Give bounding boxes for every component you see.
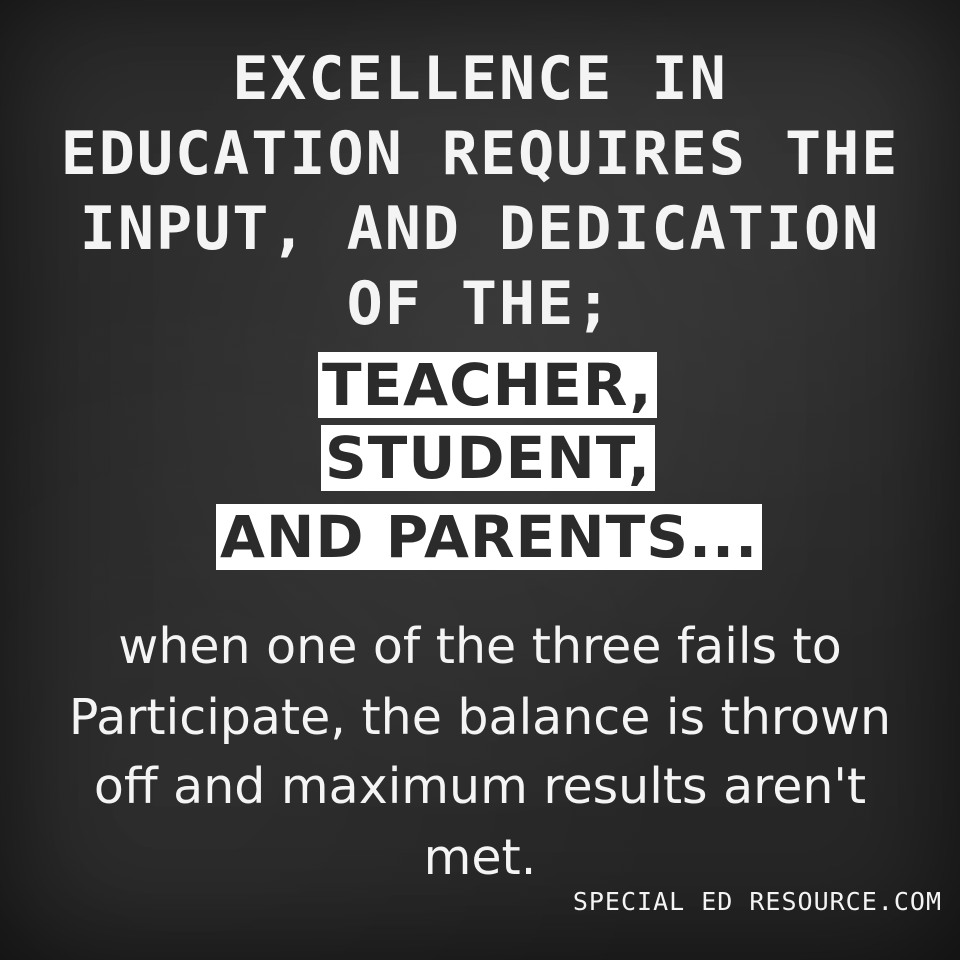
quote-body-line-4: met. <box>423 829 537 886</box>
quote-heading-line-2: EDUCATION REQUIRES THE <box>60 119 900 189</box>
quote-body-line-1: when one of the three fails to <box>118 618 842 675</box>
quote-heading-line-4: OF THE; <box>346 269 614 339</box>
highlight-student: STUDENT, <box>321 425 656 491</box>
quote-body-line-3: off and maximum results aren't <box>93 758 867 815</box>
highlight-parents: AND PARENTS... <box>216 504 763 570</box>
quote-heading-line-3: INPUT, AND DEDICATION <box>79 194 881 264</box>
highlight-teacher: TEACHER, <box>318 352 657 418</box>
source-credit: SPECIAL ED RESOURCE.COM <box>572 887 942 916</box>
quote-heading-line-1: EXCELLENCE IN <box>232 44 728 114</box>
quote-body-line-2: Participate, the balance is thrown <box>68 689 892 746</box>
